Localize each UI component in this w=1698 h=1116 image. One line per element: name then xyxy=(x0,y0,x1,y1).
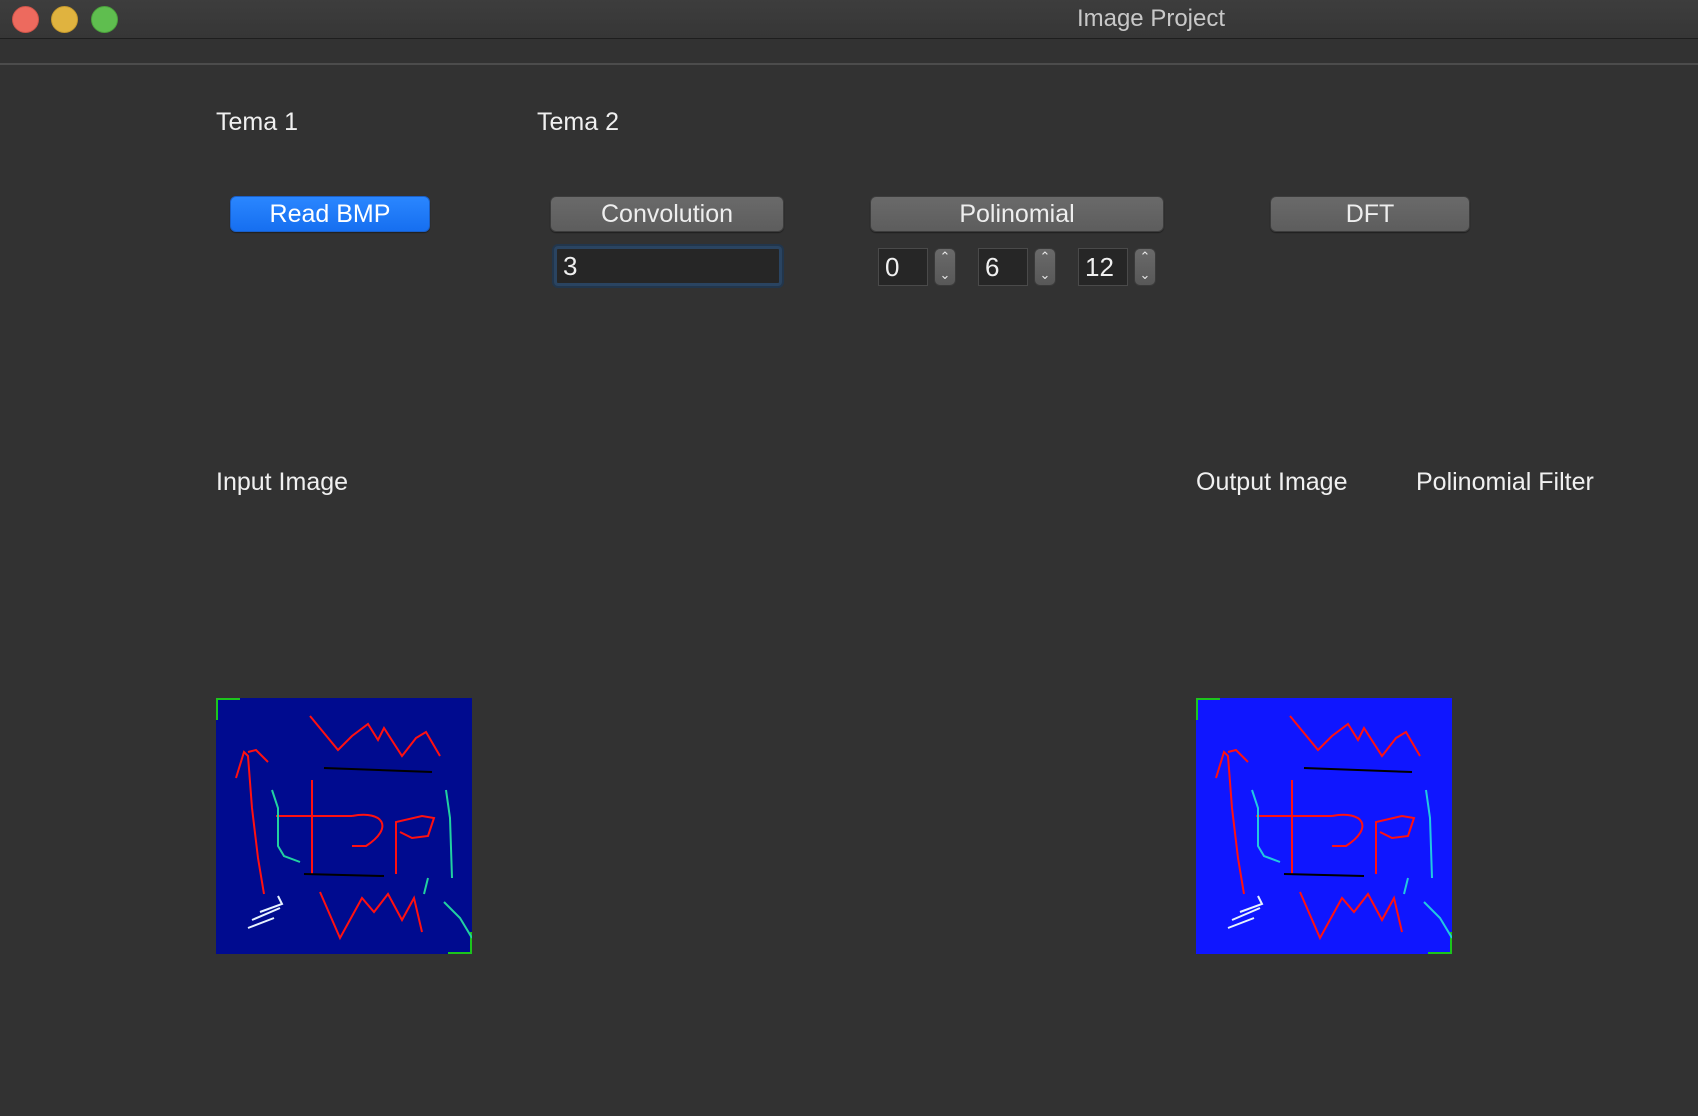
polinomial-coef-2-input[interactable]: 12 xyxy=(1078,248,1128,286)
output-image-label: Output Image xyxy=(1196,468,1348,496)
stepper-up-icon[interactable]: ⌃ xyxy=(1035,249,1055,267)
convolution-size-input[interactable]: 3 xyxy=(554,246,782,286)
output-image xyxy=(1196,698,1452,954)
title-bar: Image Project xyxy=(0,0,1698,39)
toolbar-strip xyxy=(0,39,1698,65)
stepper-up-icon[interactable]: ⌃ xyxy=(1135,249,1155,267)
stepper-up-icon[interactable]: ⌃ xyxy=(935,249,955,267)
polinomial-coef-0-input[interactable]: 0 xyxy=(878,248,928,286)
stepper-chevrons-icon[interactable]: ⌃ ⌄ xyxy=(1034,248,1056,286)
dft-button[interactable]: DFT xyxy=(1270,196,1470,232)
stepper-chevrons-icon[interactable]: ⌃ ⌄ xyxy=(934,248,956,286)
input-image xyxy=(216,698,472,954)
stepper-chevrons-icon[interactable]: ⌃ ⌄ xyxy=(1134,248,1156,286)
convolution-button[interactable]: Convolution xyxy=(550,196,784,232)
stepper-down-icon[interactable]: ⌄ xyxy=(1135,267,1155,285)
window-title: Image Project xyxy=(1076,5,1226,32)
tab-tema-2[interactable]: Tema 2 xyxy=(537,108,619,137)
read-bmp-button[interactable]: Read BMP xyxy=(230,196,430,232)
input-image-label: Input Image xyxy=(216,468,349,496)
polinomial-button[interactable]: Polinomial xyxy=(870,196,1164,232)
stepper-down-icon[interactable]: ⌄ xyxy=(935,267,955,285)
polinomial-filter-label: Polinomial Filter xyxy=(1416,468,1594,496)
polinomial-coef-1-input[interactable]: 6 xyxy=(978,248,1028,286)
tab-tema-1[interactable]: Tema 1 xyxy=(216,108,298,137)
stepper-down-icon[interactable]: ⌄ xyxy=(1035,267,1055,285)
